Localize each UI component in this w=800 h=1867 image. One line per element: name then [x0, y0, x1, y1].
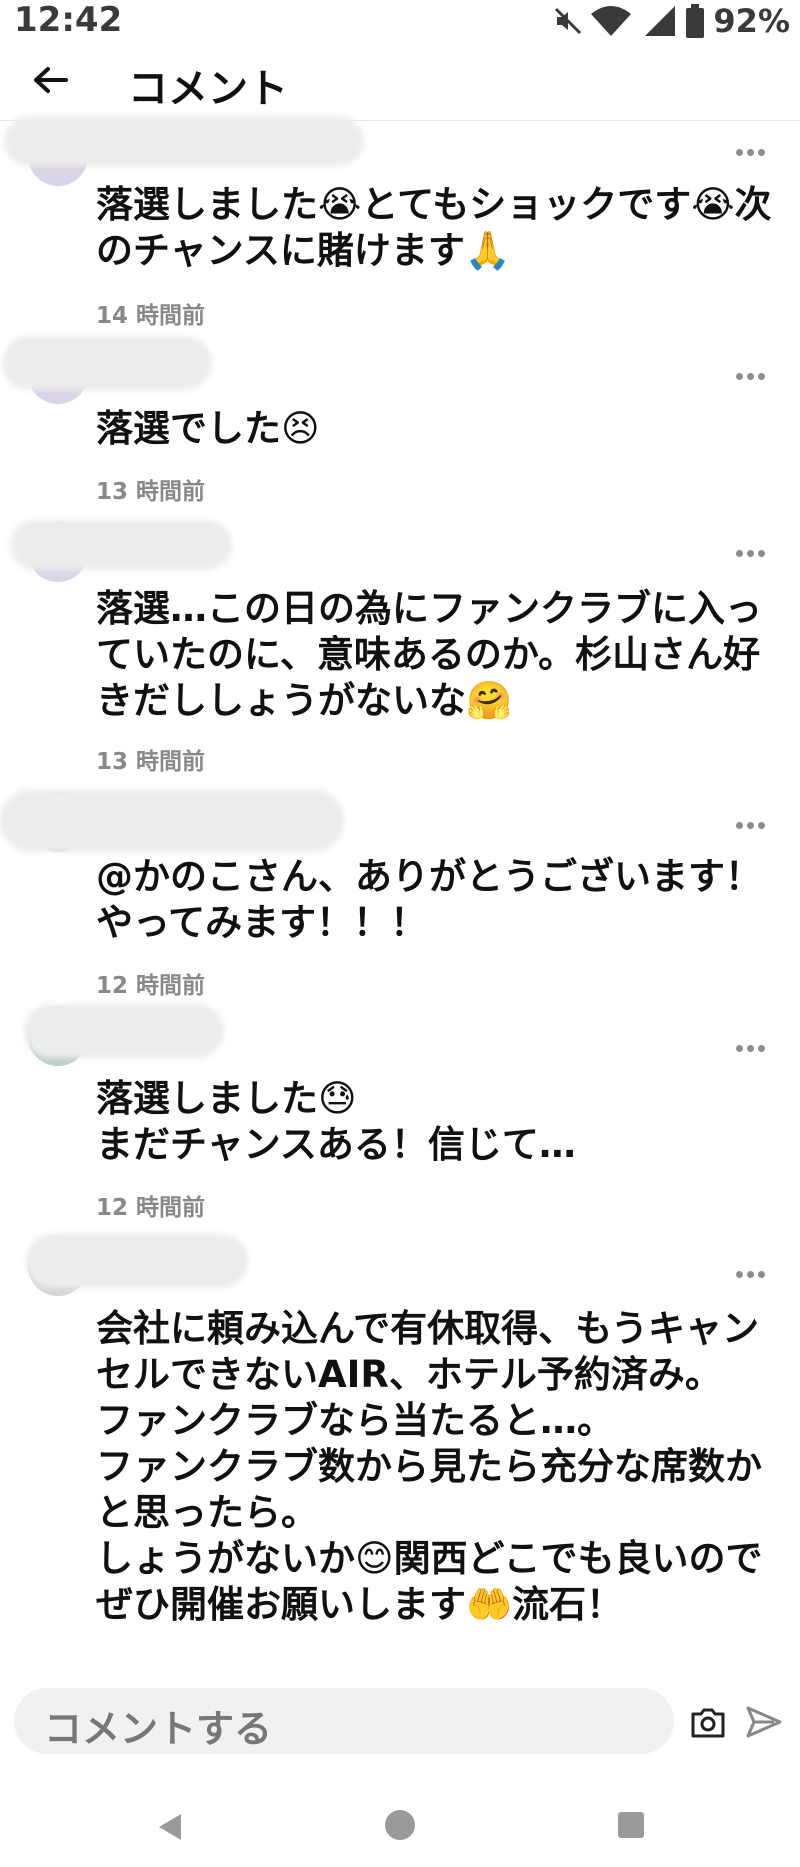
redacted-username	[0, 790, 344, 852]
arrow-left-icon[interactable]	[30, 60, 70, 100]
redacted-username	[24, 1004, 224, 1058]
more-dots-icon[interactable]	[736, 542, 770, 557]
nav-recents-icon[interactable]	[618, 1812, 644, 1838]
battery-icon	[686, 4, 705, 38]
wifi-icon	[591, 6, 632, 36]
comment-item: 落選しました😭とてもショックです😭次のチャンスに賭けます🙏 14 時間前	[0, 116, 800, 340]
comment-item: 会社に頼み込んで有休取得、もうキャンセルできないAIR、ホテル予約済み。 ファン…	[0, 1230, 800, 1680]
comment-timestamp: 12 時間前	[96, 973, 206, 999]
system-nav-bar	[0, 1790, 800, 1867]
send-icon[interactable]	[744, 1702, 784, 1742]
comment-text: 会社に頼み込んで有休取得、もうキャンセルできないAIR、ホテル予約済み。 ファン…	[96, 1307, 763, 1626]
signal-icon	[645, 6, 676, 36]
page-title: コメント	[128, 66, 288, 112]
nav-home-icon[interactable]	[385, 1810, 415, 1840]
more-dots-icon[interactable]	[736, 141, 770, 156]
comment-text: 落選でした😣	[96, 407, 320, 450]
more-dots-icon[interactable]	[736, 814, 770, 829]
comment-timestamp: 14 時間前	[96, 303, 206, 329]
redacted-username	[2, 336, 212, 390]
comment-input[interactable]: コメントする	[14, 1688, 674, 1754]
comment-timestamp: 13 時間前	[96, 479, 206, 505]
more-dots-icon[interactable]	[736, 1037, 770, 1052]
status-time: 12:42	[14, 0, 123, 40]
comment-text: @かのこさん、ありがとうございます！やってみます！！！	[96, 855, 762, 944]
camera-icon[interactable]	[690, 1704, 726, 1740]
redacted-username	[26, 1234, 248, 1288]
comment-item: 落選しました😓 まだチャンスある！信じて… 12 時間前	[0, 1000, 800, 1230]
comment-item: 落選でした😣 13 時間前	[0, 336, 800, 520]
more-dots-icon[interactable]	[736, 365, 770, 380]
app-bar: コメント	[0, 44, 800, 121]
status-bar: 12:42 92%	[0, 0, 800, 44]
comment-text: 落選…この日の為にファンクラブに入っていたのに、意味あるのか。杉山さん好きだしし…	[96, 587, 762, 722]
comment-timestamp: 12 時間前	[96, 1195, 206, 1221]
comment-text: 落選しました😓 まだチャンスある！信じて…	[96, 1077, 576, 1166]
mute-icon	[555, 7, 582, 35]
nav-back-icon[interactable]	[155, 1812, 185, 1842]
more-dots-icon[interactable]	[736, 1263, 770, 1278]
status-icons: 92%	[553, 2, 790, 40]
redacted-username	[10, 520, 232, 570]
comment-item: @かのこさん、ありがとうございます！やってみます！！！ 12 時間前	[0, 790, 800, 1010]
comment-timestamp: 13 時間前	[96, 749, 206, 775]
comment-item: 落選…この日の為にファンクラブに入っていたのに、意味あるのか。杉山さん好きだしし…	[0, 520, 800, 780]
battery-level: 92%	[713, 2, 790, 40]
comment-text: 落選しました😭とてもショックです😭次のチャンスに賭けます🙏	[96, 183, 772, 272]
redacted-username	[4, 116, 364, 166]
comment-input-placeholder: コメントする	[44, 1707, 273, 1751]
